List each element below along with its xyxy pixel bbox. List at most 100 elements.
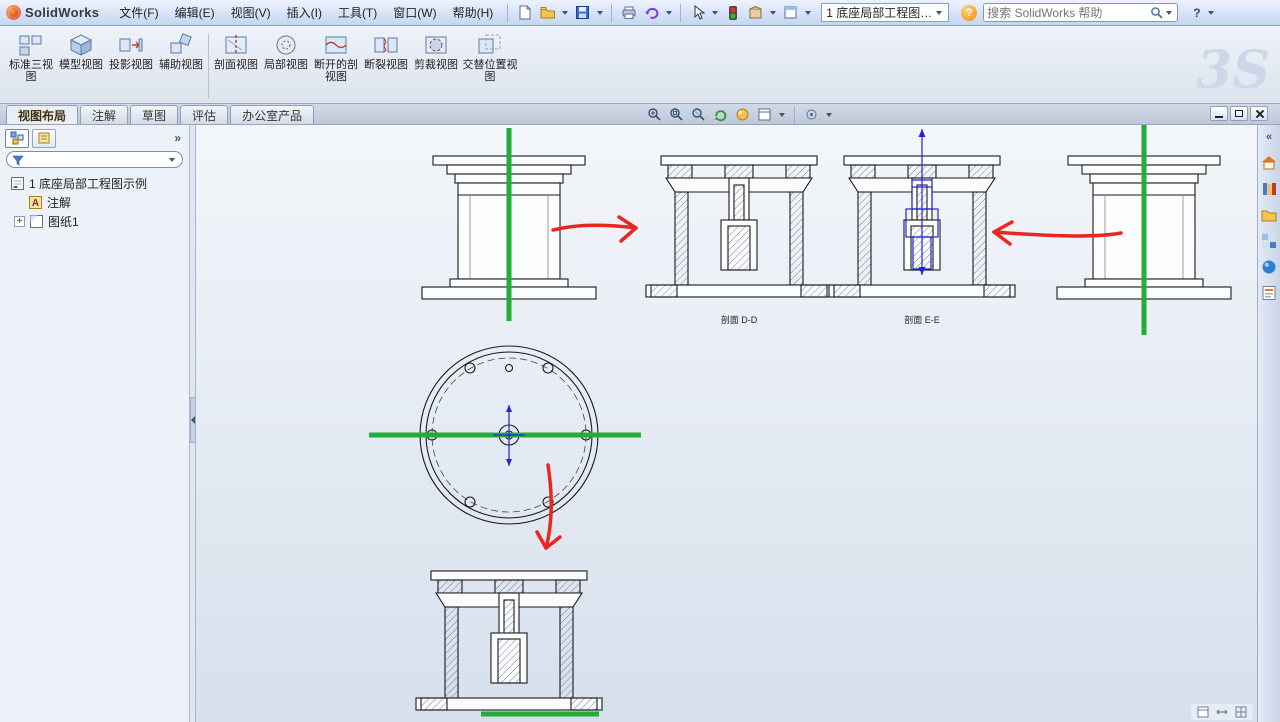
feature-tree: 1 底座局部工程图示例 A 注解 + 图纸1	[0, 172, 189, 233]
view-palette-icon[interactable]	[1261, 232, 1278, 249]
document-combo-caret	[936, 10, 943, 15]
zoom-to-fit-icon[interactable]	[667, 106, 686, 124]
tab-annotation[interactable]: 注解	[80, 105, 129, 124]
help-bubble-icon[interactable]: ?	[961, 4, 978, 21]
tab-view-layout[interactable]: 视图布局	[6, 105, 79, 124]
redraw-icon[interactable]	[711, 106, 730, 124]
rebuild-traffic-icon[interactable]	[722, 2, 743, 23]
panel-expand-chevrons[interactable]: »	[174, 131, 184, 145]
view-settings-caret[interactable]	[826, 112, 832, 117]
zoom-to-area-icon[interactable]	[689, 106, 708, 124]
property-manager-tab[interactable]	[32, 128, 56, 148]
tab-evaluate[interactable]: 评估	[180, 105, 229, 124]
tab-sketch[interactable]: 草图	[130, 105, 179, 124]
options-box-icon[interactable]	[745, 2, 766, 23]
detail-view-button[interactable]: 局部视图	[261, 29, 311, 102]
sheet-display-caret[interactable]	[779, 112, 785, 117]
drawing-canvas[interactable]: 剖面 D-D 剖面 E-E	[196, 125, 1257, 722]
filter-combo-caret	[169, 157, 175, 162]
undo-icon[interactable]	[641, 2, 662, 23]
grid-icon[interactable]	[1235, 706, 1247, 718]
projected-view-button[interactable]: 投影视图	[106, 29, 156, 102]
select-dropdown-caret[interactable]	[712, 10, 719, 15]
break-view-button[interactable]: 断裂视图	[361, 29, 411, 102]
model-view-button[interactable]: 模型视图	[56, 29, 106, 102]
close-button[interactable]	[1250, 106, 1268, 121]
undo-dropdown-caret[interactable]	[666, 10, 673, 15]
standard-3-view-button[interactable]: 标准三视图	[6, 29, 56, 102]
auxiliary-view-button[interactable]: 辅助视图	[156, 29, 206, 102]
alternate-position-view-button[interactable]: 交替位置视图	[461, 29, 519, 102]
menu-bar: 文件(F) 编辑(E) 视图(V) 插入(I) 工具(T) 窗口(W) 帮助(H…	[111, 0, 501, 25]
task-pane-expand-icon[interactable]: «	[1266, 131, 1272, 143]
view-section-dd[interactable]	[645, 155, 833, 298]
help-menu[interactable]: ?	[1190, 6, 1203, 20]
red-annotation-arrows[interactable]	[535, 215, 1123, 550]
open-folder-icon[interactable]	[537, 2, 558, 23]
crop-view-button[interactable]: 剪裁视图	[411, 29, 461, 102]
search-input[interactable]	[987, 5, 1151, 20]
print-icon[interactable]	[618, 2, 639, 23]
tab-office-products[interactable]: 办公室产品	[230, 105, 315, 124]
sheet-dropdown-caret[interactable]	[805, 10, 812, 15]
menu-help[interactable]: 帮助(H)	[445, 0, 502, 25]
command-ribbon: 标准三视图 模型视图 投影视图 辅助视图 剖面视图 局部视图 断开的剖视图 断裂…	[0, 26, 1280, 104]
document-title-combo[interactable]: 1 底座局部工程图…	[821, 3, 950, 22]
minimize-icon	[1215, 116, 1223, 118]
sheet-tab-icon[interactable]	[1197, 706, 1209, 718]
pan-arrows-icon[interactable]	[1216, 706, 1228, 718]
appearance-icon[interactable]	[733, 106, 752, 124]
save-dropdown-caret[interactable]	[597, 10, 604, 15]
feature-manager-tab[interactable]	[5, 128, 29, 148]
section-view-button[interactable]: 剖面视图	[211, 29, 261, 102]
crop-view-icon	[425, 36, 447, 54]
sheet-display-icon[interactable]	[755, 106, 774, 124]
tree-annotations-row[interactable]: A 注解	[2, 193, 187, 212]
appearances-scenes-icon[interactable]	[1261, 258, 1278, 275]
zoom-in-icon[interactable]	[645, 106, 664, 124]
options-dropdown-caret[interactable]	[770, 10, 777, 15]
sheet-properties-icon[interactable]	[780, 2, 801, 23]
section-view-icon	[225, 35, 247, 55]
annotations-icon: A	[29, 196, 42, 209]
button-label: 标准三视图	[9, 59, 53, 83]
tree-annotations-label: 注解	[47, 196, 72, 210]
menu-tools[interactable]: 工具(T)	[330, 0, 385, 25]
open-dropdown-caret[interactable]	[562, 10, 569, 15]
ds-watermark: 3S	[1196, 40, 1270, 101]
minimize-button[interactable]	[1210, 106, 1228, 121]
select-pointer-icon[interactable]	[687, 2, 708, 23]
button-label: 模型视图	[59, 59, 103, 71]
view-settings-icon[interactable]	[802, 106, 821, 124]
collapse-arrow-icon	[191, 416, 195, 424]
feature-manager-tabs: »	[0, 125, 189, 149]
search-icon[interactable]	[1150, 6, 1164, 20]
tree-filter-combo[interactable]	[6, 151, 183, 168]
design-library-icon[interactable]	[1261, 180, 1278, 197]
search-box[interactable]	[983, 3, 1179, 22]
restore-button[interactable]	[1230, 106, 1248, 121]
menu-window[interactable]: 窗口(W)	[385, 0, 444, 25]
tree-expander-icon[interactable]: +	[14, 216, 25, 227]
tree-sheet-row[interactable]: + 图纸1	[2, 212, 187, 231]
drawing-sheet[interactable]: 剖面 D-D 剖面 E-E	[196, 125, 1257, 722]
new-document-icon[interactable]	[514, 2, 535, 23]
file-explorer-icon[interactable]	[1261, 206, 1278, 223]
menu-insert[interactable]: 插入(I)	[279, 0, 330, 25]
menu-edit[interactable]: 编辑(E)	[167, 0, 223, 25]
menu-view[interactable]: 视图(V)	[223, 0, 279, 25]
solidworks-resources-icon[interactable]	[1261, 154, 1278, 171]
projected-view-icon	[119, 38, 143, 52]
sheet-icon	[30, 215, 43, 228]
menu-file[interactable]: 文件(F)	[111, 0, 166, 25]
save-icon[interactable]	[572, 2, 593, 23]
view-section-bottom[interactable]	[415, 570, 603, 711]
tree-root-row[interactable]: 1 底座局部工程图示例	[2, 174, 187, 193]
search-scope-caret[interactable]	[1166, 10, 1173, 15]
custom-properties-icon[interactable]	[1261, 284, 1278, 301]
svg-text:A: A	[32, 198, 39, 209]
broken-out-section-button[interactable]: 断开的剖视图	[311, 29, 361, 102]
main-area: » 1 底座局部工程图示例 A 注解 + 图纸1 剖面 D-D 剖面 E-E «	[0, 125, 1280, 722]
help-dropdown-caret[interactable]	[1207, 10, 1214, 15]
solidworks-logo-icon	[6, 5, 21, 20]
